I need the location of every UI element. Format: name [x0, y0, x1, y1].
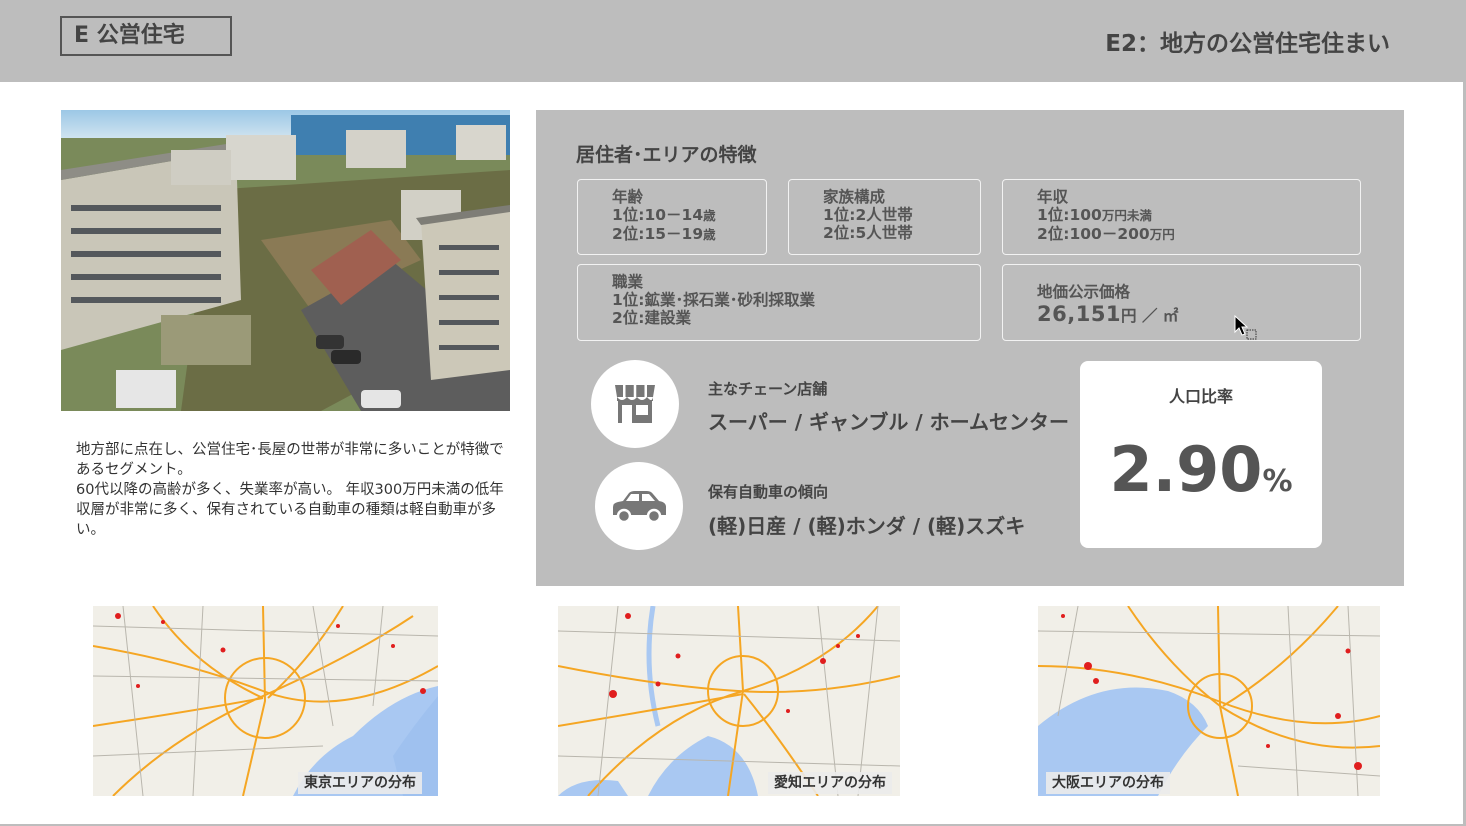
chain-stores-value: スーパー / ギャンブル / ホームセンター [708, 410, 1070, 434]
age-label: 年齢 [612, 188, 644, 206]
segment-tag: E 公営住宅 [60, 16, 232, 56]
occupation-rank1: 1位:鉱業･採石業･砂利採取業 [612, 291, 815, 309]
cars-label: 保有自動車の傾向 [708, 483, 829, 501]
age-rank2: 2位:15－19歳 [612, 225, 716, 243]
car-icon [595, 462, 683, 550]
description-paragraph-2: 60代以降の高齢が多く、失業率が高い。 年収300万円未満の低年収層が非常に多く… [76, 482, 504, 538]
land-price-card: 地価公示価格 26,151円 ／ ㎡ [1002, 264, 1361, 341]
income-label: 年収 [1037, 188, 1069, 206]
panel-title: 居住者･エリアの特徴 [576, 144, 757, 166]
population-ratio-card: 人口比率 2.90% [1080, 361, 1322, 548]
land-price-value: 26,151円 ／ ㎡ [1037, 302, 1179, 326]
mouse-cursor-icon [1234, 314, 1258, 345]
family-label: 家族構成 [823, 188, 886, 206]
aichi-area-map: 愛知エリアの分布 [558, 606, 900, 796]
housing-complex-photo [61, 110, 510, 411]
chain-stores-label: 主なチェーン店舗 [708, 380, 828, 398]
tokyo-area-map: 東京エリアの分布 [93, 606, 438, 796]
family-card: 家族構成 1位:2人世帯 2位:5人世帯 [788, 179, 981, 255]
header-bar: E 公営住宅 E2：地方の公営住宅住まい [0, 0, 1466, 82]
family-rank2: 2位:5人世帯 [823, 224, 913, 242]
description-paragraph-1: 地方部に点在し、公営住宅･長屋の世帯が非常に多いことが特徴であるセグメント。 [76, 442, 504, 478]
aichi-map-caption: 愛知エリアの分布 [768, 772, 892, 794]
population-ratio-value: 2.90% [1109, 433, 1293, 506]
occupation-label: 職業 [612, 273, 644, 291]
segment-description: 地方部に点在し、公営住宅･長屋の世帯が非常に多いことが特徴であるセグメント。 6… [76, 440, 506, 540]
occupation-card: 職業 1位:鉱業･採石業･砂利採取業 2位:建設業 [577, 264, 981, 341]
characteristics-panel: 居住者･エリアの特徴 年齢 1位:10－14歳 2位:15－19歳 家族構成 1… [536, 110, 1404, 586]
osaka-area-map: 大阪エリアの分布 [1038, 606, 1380, 796]
family-rank1: 1位:2人世帯 [823, 206, 913, 224]
page-title: E2：地方の公営住宅住まい [1105, 31, 1390, 57]
cars-value: (軽)日産 / (軽)ホンダ / (軽)スズキ [708, 514, 1026, 538]
population-ratio-label: 人口比率 [1168, 387, 1233, 406]
tokyo-map-caption: 東京エリアの分布 [298, 772, 422, 794]
income-card: 年収 1位:100万円未満 2位:100－200万円 [1002, 179, 1361, 255]
income-rank2: 2位:100－200万円 [1037, 225, 1175, 243]
store-icon [591, 360, 679, 448]
osaka-map-caption: 大阪エリアの分布 [1046, 772, 1170, 794]
land-price-label: 地価公示価格 [1037, 283, 1131, 301]
age-rank1: 1位:10－14歳 [612, 206, 716, 224]
age-card: 年齢 1位:10－14歳 2位:15－19歳 [577, 179, 767, 255]
income-rank1: 1位:100万円未満 [1037, 206, 1152, 224]
occupation-rank2: 2位:建設業 [612, 309, 691, 327]
